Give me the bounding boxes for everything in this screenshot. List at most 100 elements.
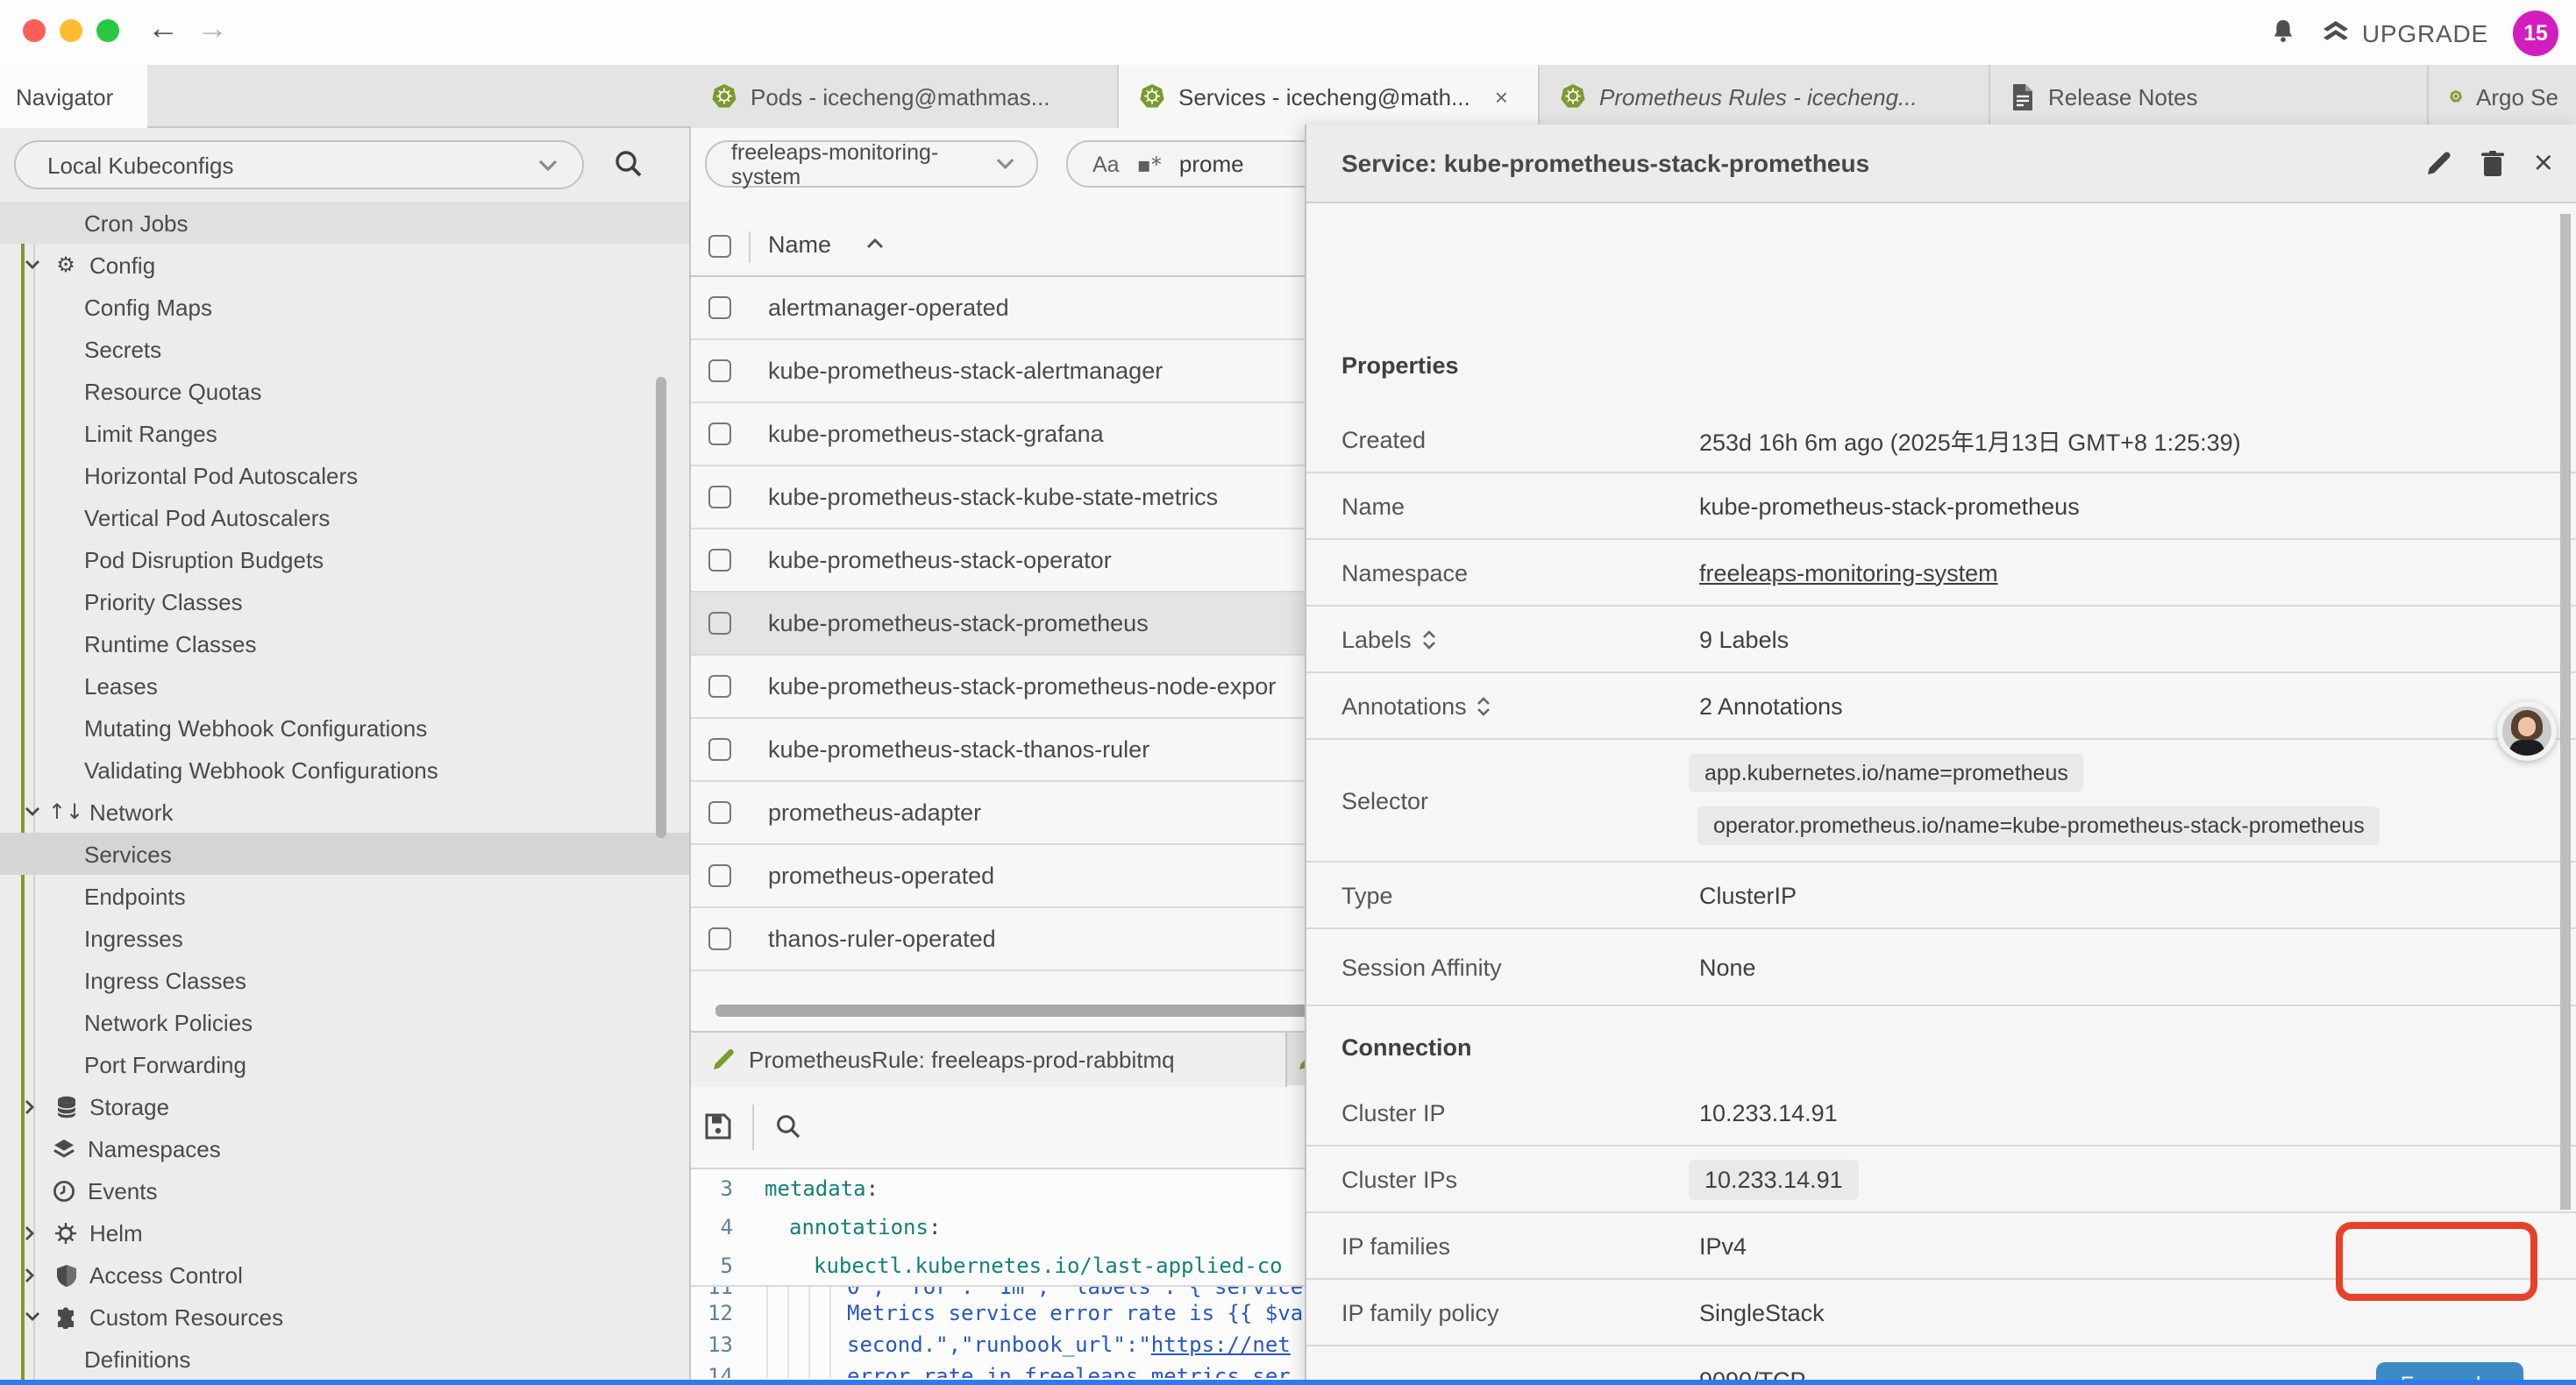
match-case-toggle[interactable]: Aa (1092, 152, 1120, 176)
drawer-header: Service: kube-prometheus-stack-prometheu… (1306, 124, 2576, 203)
tab-argo[interactable]: Argo Se (2429, 65, 2576, 128)
expand-annotations-icon[interactable] (1477, 696, 1491, 715)
tab-release-notes[interactable]: Release Notes (1990, 65, 2429, 128)
kubeconfig-selector[interactable]: Local Kubeconfigs (14, 140, 584, 189)
cluster-ips-row: Cluster IPs 10.233.14.91 (1306, 1147, 2576, 1213)
expand-labels-icon[interactable] (1422, 629, 1436, 649)
save-button[interactable] (705, 1113, 731, 1140)
database-icon (53, 1095, 79, 1118)
sidebar-scrollbar[interactable] (656, 377, 666, 838)
sidebar-section-custom-resources[interactable]: Custom Resources (0, 1296, 691, 1338)
upgrade-button[interactable]: UPGRADE (2322, 18, 2488, 46)
regex-toggle[interactable]: ▪* (1137, 153, 1162, 174)
sidebar-item-events[interactable]: Events (0, 1169, 691, 1211)
runbook-url-link[interactable]: https://net (1151, 1332, 1291, 1357)
select-all-checkbox[interactable] (708, 235, 731, 258)
notification-count-badge[interactable]: 15 (2513, 10, 2558, 55)
sidebar-item-ingress-classes[interactable]: Ingress Classes (0, 959, 691, 1001)
namespace-filter-select[interactable]: freeleaps-monitoring-system (705, 140, 1038, 188)
sidebar-item-endpoints[interactable]: Endpoints (0, 875, 691, 917)
sidebar-item-services[interactable]: Services (0, 833, 691, 875)
app-window: ← → UPGRADE 15 Navigator Pods - icecheng… (0, 0, 2576, 1385)
sidebar-item-namespaces[interactable]: Namespaces (0, 1127, 691, 1169)
sidebar-item-priority-classes[interactable]: Priority Classes (0, 580, 691, 622)
namespace-link[interactable]: freeleaps-monitoring-system (1699, 559, 1998, 586)
sidebar-item-config-maps[interactable]: Config Maps (0, 286, 691, 328)
sidebar-search-icon[interactable] (614, 149, 644, 179)
row-checkbox[interactable] (708, 423, 731, 445)
close-drawer-button[interactable]: × (2534, 146, 2553, 180)
shield-icon (53, 1263, 79, 1286)
sidebar-item-limit-ranges[interactable]: Limit Ranges (0, 412, 691, 454)
sidebar-section-helm[interactable]: Helm (0, 1211, 691, 1254)
type-row: Type ClusterIP (1306, 863, 2576, 929)
edit-service-button[interactable] (2425, 150, 2451, 176)
close-window-button[interactable] (23, 19, 46, 42)
close-tab-icon[interactable]: × (1495, 83, 1508, 110)
sidebar-item-cron-jobs[interactable]: Cron Jobs (0, 202, 691, 244)
drawer-scrollbar[interactable] (2560, 214, 2571, 1210)
zoom-window-button[interactable] (96, 19, 119, 42)
sidebar-item-vertical-pod-autoscalers[interactable]: Vertical Pod Autoscalers (0, 496, 691, 538)
cluster-ip-row: Cluster IP 10.233.14.91 (1306, 1080, 2576, 1147)
sidebar-section-network[interactable]: ↑↓ Network (0, 791, 691, 833)
chevron-down-icon (25, 806, 42, 817)
tab-prometheus-rules[interactable]: Prometheus Rules - icecheng... (1540, 65, 1990, 128)
row-checkbox[interactable] (708, 801, 731, 824)
window-focus-line (0, 1380, 2576, 1385)
delete-service-button[interactable] (2481, 150, 2504, 176)
row-checkbox[interactable] (708, 675, 731, 698)
sidebar-item-port-forwarding[interactable]: Port Forwarding (0, 1043, 691, 1085)
sidebar-item-ingresses[interactable]: Ingresses (0, 917, 691, 959)
sidebar-item-resource-quotas[interactable]: Resource Quotas (0, 370, 691, 412)
chevron-down-icon (25, 259, 42, 270)
row-checkbox[interactable] (708, 864, 731, 887)
sidebar-item-validating-webhook-configurations[interactable]: Validating Webhook Configurations (0, 749, 691, 791)
minimize-window-button[interactable] (60, 19, 82, 42)
user-avatar[interactable] (2497, 701, 2557, 761)
sidebar-section-storage[interactable]: Storage (0, 1085, 691, 1127)
editor-search-button[interactable] (775, 1113, 801, 1140)
sidebar-item-runtime-classes[interactable]: Runtime Classes (0, 622, 691, 664)
back-button[interactable]: ← (147, 11, 179, 47)
navigator-panel-tab[interactable]: Navigator (0, 65, 147, 128)
chevron-down-icon (538, 159, 558, 171)
sidebar-item-network-policies[interactable]: Network Policies (0, 1001, 691, 1043)
sidebar-item-horizontal-pod-autoscalers[interactable]: Horizontal Pod Autoscalers (0, 454, 691, 496)
row-checkbox[interactable] (708, 738, 731, 761)
chevron-down-icon (25, 1311, 42, 1322)
sidebar-section-config[interactable]: ⚙ Config (0, 244, 691, 286)
notifications-bell-icon[interactable] (2269, 18, 2297, 47)
row-checkbox[interactable] (708, 927, 731, 950)
sidebar-section-access-control[interactable]: Access Control (0, 1254, 691, 1296)
row-checkbox[interactable] (708, 296, 731, 319)
forward-button[interactable]: → (196, 11, 228, 47)
selector-row: Selector app.kubernetes.io/name=promethe… (1306, 740, 2576, 863)
kubernetes-icon (1140, 84, 1164, 109)
network-arrows-icon: ↑↓ (53, 801, 79, 822)
selector-chip: app.kubernetes.io/name=prometheus (1689, 754, 2084, 792)
name-column-header[interactable]: Name (768, 231, 831, 258)
chevron-down-icon (997, 158, 1015, 170)
sidebar-item-definitions[interactable]: Definitions (0, 1338, 691, 1380)
row-checkbox[interactable] (708, 549, 731, 572)
helm-icon (53, 1221, 79, 1244)
row-checkbox[interactable] (708, 612, 731, 635)
kubernetes-icon (712, 84, 737, 109)
prometheusrule-editor-tab[interactable]: PrometheusRule: freeleaps-prod-rabbitmq (691, 1033, 1287, 1087)
sidebar-item-mutating-webhook-configurations[interactable]: Mutating Webhook Configurations (0, 707, 691, 749)
sidebar-item-leases[interactable]: Leases (0, 664, 691, 707)
highlight-annotation-box (2336, 1222, 2537, 1301)
sidebar-item-secrets[interactable]: Secrets (0, 328, 691, 370)
sort-ascending-icon[interactable] (866, 238, 884, 249)
row-checkbox[interactable] (708, 359, 731, 382)
sidebar-item-pod-disruption-budgets[interactable]: Pod Disruption Budgets (0, 538, 691, 580)
chevron-right-icon (25, 1225, 42, 1240)
tab-pods[interactable]: Pods - icecheng@mathmas... (691, 65, 1119, 128)
tab-services[interactable]: Services - icecheng@math... × (1119, 65, 1540, 128)
kubernetes-icon (2450, 84, 2462, 109)
name-row: Name kube-prometheus-stack-prometheus (1306, 473, 2576, 540)
title-bar: ← → UPGRADE 15 (0, 0, 2576, 65)
search-value: prome (1179, 151, 1244, 177)
row-checkbox[interactable] (708, 486, 731, 508)
